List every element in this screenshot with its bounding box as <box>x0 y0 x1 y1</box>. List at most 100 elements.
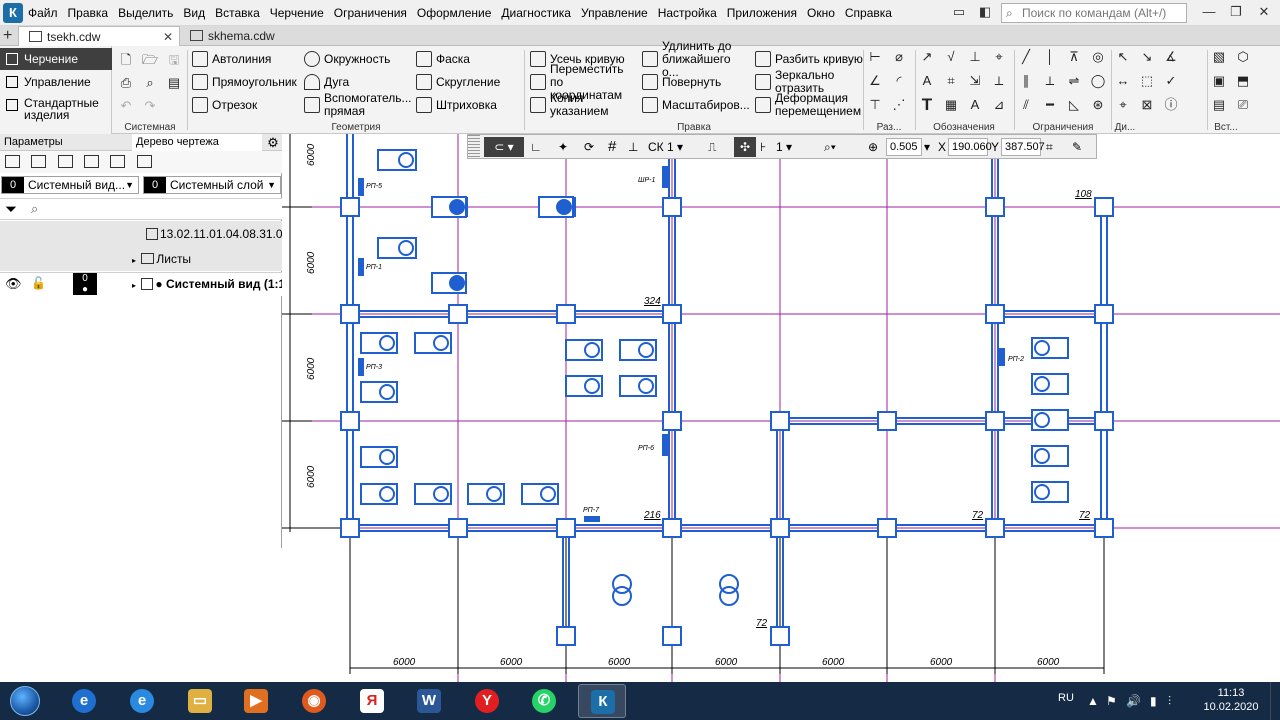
undo-icon[interactable]: ↶ <box>117 97 135 115</box>
vertical-icon[interactable]: │ <box>1041 48 1059 66</box>
fix-icon[interactable]: ⊼ <box>1065 48 1083 66</box>
tree-structure-icon[interactable] <box>84 155 100 168</box>
show-constraints-icon[interactable]: ⊛ <box>1089 96 1107 114</box>
signal-icon[interactable]: ⫶ <box>1168 682 1171 720</box>
baseline-dim-icon[interactable]: ⊤ <box>866 96 884 114</box>
preview-icon[interactable]: ⌕ <box>141 74 159 92</box>
horizontal-icon[interactable]: ╱ <box>1017 48 1035 66</box>
table-icon[interactable]: ▦ <box>942 96 960 114</box>
info-icon[interactable]: ⓘ <box>1162 96 1180 114</box>
menu-diagnostics[interactable]: Диагностика <box>501 6 571 20</box>
menu-insert[interactable]: Вставка <box>215 6 260 20</box>
move-coords-button[interactable]: Переместить по координатам <box>530 62 638 101</box>
text-icon[interactable]: T <box>918 96 936 114</box>
layer-origin-icon[interactable]: ⊦ <box>760 137 766 157</box>
drawing-canvas[interactable]: 6000 6000 6000 6000 6000 6000 6000 6000 … <box>282 134 1280 682</box>
ortho-icon[interactable]: ∟ <box>530 137 542 157</box>
mark-icon[interactable]: A <box>966 96 984 114</box>
angle-measure-icon[interactable]: ∡ <box>1162 48 1180 66</box>
parallel-icon[interactable]: ∥ <box>1017 72 1035 90</box>
taskbar-yandex[interactable]: Я <box>348 684 396 718</box>
menu-view[interactable]: Вид <box>183 6 205 20</box>
taskbar-explorer[interactable]: ▭ <box>176 684 224 718</box>
object-icon[interactable]: ⬒ <box>1234 72 1252 90</box>
menu-apps[interactable]: Приложения <box>727 6 797 20</box>
minimize-button[interactable]: — <box>1198 3 1220 21</box>
taskbar-yandex-browser[interactable]: Y <box>463 684 511 718</box>
zoom-scale-input[interactable]: 0.505 <box>886 138 922 156</box>
menu-select[interactable]: Выделить <box>118 6 173 20</box>
deform-button[interactable]: Деформация перемещением <box>755 92 863 118</box>
start-button[interactable] <box>4 683 48 719</box>
search-icon[interactable]: ⌕ <box>31 201 38 217</box>
chamfer-button[interactable]: Фаска <box>416 47 470 71</box>
y-coordinate-field[interactable]: 387.507 <box>1001 138 1045 156</box>
linear-dim-icon[interactable]: ⊢ <box>866 48 884 66</box>
polyline-button[interactable]: Автолиния <box>192 47 271 71</box>
taskbar-media[interactable]: ▶ <box>232 684 280 718</box>
tab-drawing-tree[interactable]: Дерево чертежа <box>132 134 262 151</box>
collinear-icon[interactable]: ⇌ <box>1065 72 1083 90</box>
text-mark-icon[interactable]: A <box>918 72 936 90</box>
tree-item-sheets[interactable]: ▸ Листы <box>132 248 191 270</box>
new-tab-icon[interactable]: + <box>3 26 12 45</box>
view-arrow-icon[interactable]: ⇲ <box>966 72 984 90</box>
cs-select[interactable]: СК 1 ▾ <box>648 137 704 157</box>
leader-icon[interactable]: ↗ <box>918 48 936 66</box>
diameter-dim-icon[interactable]: ⌀ <box>890 48 908 66</box>
layer-select[interactable]: 1 ▾ <box>776 137 820 157</box>
language-indicator[interactable]: RU <box>1058 682 1074 720</box>
snap-toggle-icon[interactable]: ✣ <box>734 137 756 157</box>
expand-icon[interactable]: ▸ <box>132 256 136 265</box>
menu-drawing[interactable]: Черчение <box>270 6 324 20</box>
step-icon[interactable]: ⎍ <box>708 137 716 157</box>
gear-icon[interactable]: ⚙ <box>264 134 282 151</box>
eyedropper-icon[interactable]: ✎ <box>1072 137 1082 157</box>
mass-icon[interactable]: ⊠ <box>1138 96 1156 114</box>
zoom-icon[interactable]: ⊕ <box>868 137 878 157</box>
tab-skhema[interactable]: skhema.cdw <box>180 26 340 46</box>
snap-mode-button[interactable]: ⊂ ▾ <box>484 137 524 157</box>
battery-icon[interactable]: ▮ <box>1150 682 1157 720</box>
equal-icon[interactable]: ⫽ <box>1017 96 1035 114</box>
menu-settings[interactable]: Настройка <box>658 6 717 20</box>
radius-dim-icon[interactable]: ◜ <box>890 72 908 90</box>
new-file-icon[interactable]: 🗋 <box>117 51 135 69</box>
tray-arrow-icon[interactable]: ▲ <box>1087 682 1099 720</box>
x-coordinate-field[interactable]: 190.060 <box>948 138 992 156</box>
nav-standard-parts[interactable]: Стандартные изделия <box>0 94 112 121</box>
panel-icon[interactable]: ◧ <box>974 3 996 21</box>
dash-icon[interactable]: ━ <box>1041 96 1059 114</box>
tree-item-system-view[interactable]: ▸ ● Системный вид (1:1) <box>132 273 282 295</box>
angle-dim-icon[interactable]: ∠ <box>866 72 884 90</box>
round-icon[interactable]: ⟳ <box>584 137 594 157</box>
segment-button[interactable]: Отрезок <box>192 93 257 117</box>
scale-dropdown-icon[interactable]: ▾ <box>924 137 930 157</box>
rectangle-button[interactable]: Прямоугольник <box>192 70 297 94</box>
menu-manage[interactable]: Управление <box>581 6 648 20</box>
library-icon[interactable]: ▤ <box>1210 96 1228 114</box>
zoom-window-icon[interactable]: ⌕▾ <box>824 137 836 157</box>
extend-button[interactable]: Удлинить до ближайшего о... <box>642 39 750 78</box>
taskbar-whatsapp[interactable]: ✆ <box>520 684 568 718</box>
local-snap-icon[interactable]: ✦ <box>558 137 568 157</box>
concentric-icon[interactable]: ◎ <box>1089 48 1107 66</box>
taskbar-ie[interactable]: e <box>118 684 166 718</box>
macro-icon[interactable]: ⎚ <box>1234 96 1252 114</box>
clock[interactable]: 11:13 10.02.2020 <box>1196 682 1266 720</box>
position-icon[interactable]: ⌗ <box>942 72 960 90</box>
area-icon[interactable]: ⬚ <box>1138 72 1156 90</box>
close-tab-icon[interactable]: ✕ <box>163 27 173 47</box>
tree-item-document[interactable]: 13.02.11.01.04.08.31.08.00 <box>146 223 282 245</box>
grip-handle[interactable] <box>468 135 480 158</box>
show-desktop-button[interactable] <box>1270 682 1280 720</box>
layout-icon[interactable]: ▭ <box>948 3 970 21</box>
tab-tsekh[interactable]: tsekh.cdw ✕ <box>18 26 180 46</box>
tree-view-icon[interactable] <box>5 155 20 168</box>
view-insert-icon[interactable]: ⬡ <box>1234 48 1252 66</box>
copy-pick-button[interactable]: Копия указанием <box>530 92 638 118</box>
roughness-icon[interactable]: √ <box>942 48 960 66</box>
rotate-button[interactable]: Повернуть <box>642 70 721 94</box>
tolerance-icon[interactable]: ⌖ <box>990 48 1008 66</box>
restore-button[interactable]: ❐ <box>1225 3 1247 21</box>
